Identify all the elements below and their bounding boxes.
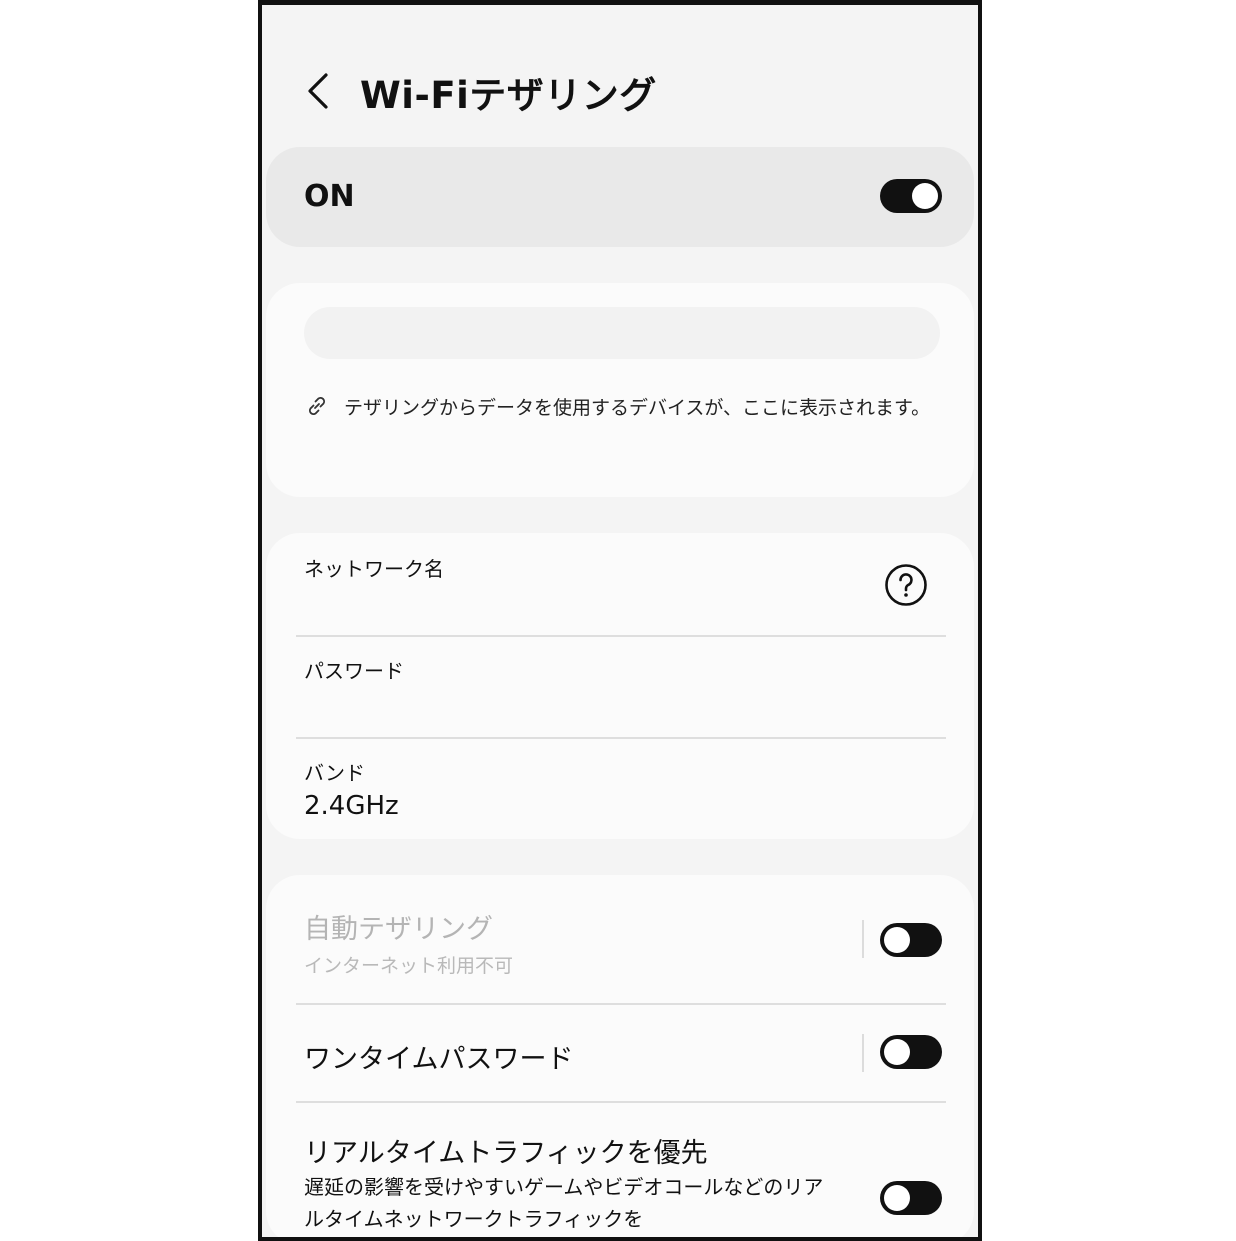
phone-screen: Wi-Fiテザリング ON テザリングからデータを使用するデバイスが、ここに表示…	[258, 0, 982, 1241]
realtime-traffic-title: リアルタイムトラフィックを優先	[304, 1138, 708, 1169]
device-list-placeholder	[304, 307, 940, 359]
master-toggle[interactable]	[880, 179, 942, 213]
network-settings-card: ネットワーク名 パスワード バンド 2.4GHz	[266, 533, 974, 839]
link-icon	[309, 397, 325, 415]
chevron-left-icon	[308, 73, 328, 109]
connected-devices-card: テザリングからデータを使用するデバイスが、ここに表示されます。	[266, 283, 974, 497]
realtime-traffic-row[interactable]: リアルタイムトラフィックを優先 遅延の影響を受けやすいゲームやビデオコールなどの…	[266, 1103, 974, 1237]
one-time-password-row[interactable]: ワンタイムパスワード	[266, 1005, 974, 1101]
auto-tethering-title: 自動テザリング	[304, 914, 493, 945]
page-title: Wi-Fiテザリング	[360, 74, 657, 117]
auto-tethering-row[interactable]: 自動テザリング インターネット利用不可	[266, 875, 974, 1003]
password-value-redacted	[296, 689, 446, 717]
toggle-knob	[912, 183, 938, 209]
help-circle-icon[interactable]	[884, 563, 928, 607]
toggle-knob	[884, 927, 910, 953]
one-time-password-title: ワンタイムパスワード	[304, 1044, 574, 1075]
back-button[interactable]	[300, 71, 336, 111]
devices-empty-message: テザリングからデータを使用するデバイスが、ここに表示されます。	[344, 397, 931, 419]
one-time-password-toggle[interactable]	[880, 1035, 942, 1069]
master-switch-card[interactable]: ON	[266, 147, 974, 247]
network-name-value-redacted	[304, 587, 370, 613]
master-switch-label: ON	[304, 179, 355, 214]
network-name-row[interactable]: ネットワーク名	[266, 533, 974, 635]
vertical-separator	[862, 1034, 864, 1072]
password-label: パスワード	[304, 659, 404, 683]
auto-tethering-subtitle: インターネット利用不可	[304, 955, 514, 977]
network-name-label: ネットワーク名	[304, 557, 444, 581]
password-row[interactable]: パスワード	[266, 637, 974, 737]
options-card: 自動テザリング インターネット利用不可 ワンタイムパスワード リアルタイムトラフ…	[266, 875, 974, 1237]
vertical-separator	[862, 920, 864, 958]
app-bar: Wi-Fiテザリング	[262, 5, 978, 145]
auto-tethering-toggle[interactable]	[880, 923, 942, 957]
toggle-knob	[884, 1039, 910, 1065]
band-value: 2.4GHz	[304, 791, 399, 821]
band-label: バンド	[304, 761, 365, 785]
realtime-traffic-toggle[interactable]	[880, 1181, 942, 1215]
realtime-traffic-description: 遅延の影響を受けやすいゲームやビデオコールなどのリアルタイムネットワークトラフィ…	[304, 1175, 824, 1231]
toggle-knob	[884, 1185, 910, 1211]
band-row[interactable]: バンド 2.4GHz	[266, 739, 974, 839]
